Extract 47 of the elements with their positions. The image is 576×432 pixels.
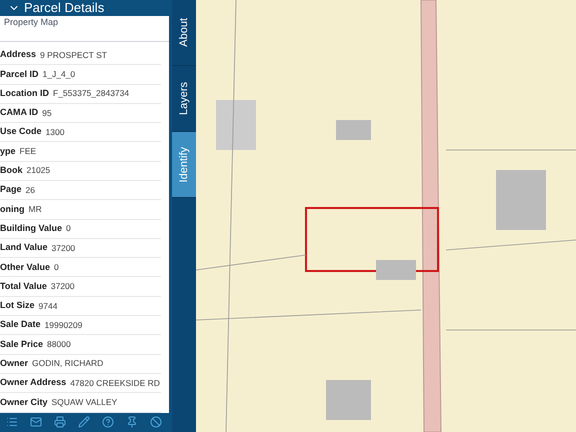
- field-label: Owner City: [0, 396, 48, 409]
- help-icon[interactable]: [102, 416, 114, 428]
- field-value: 47820 CREEKSIDE RD: [70, 376, 160, 390]
- field-value: FEE: [20, 145, 36, 158]
- field-value: 21025: [26, 164, 50, 178]
- field-value: 37200: [50, 280, 74, 293]
- field-label: Use Code: [0, 125, 42, 138]
- field-label: Parcel ID: [0, 68, 39, 81]
- panel-title: Parcel Details: [24, 1, 104, 14]
- field-label: Page: [0, 183, 22, 196]
- field-label: Total Value: [0, 280, 47, 293]
- field-label: Address: [0, 48, 36, 62]
- pencil-icon[interactable]: [78, 416, 90, 428]
- field-label: oning: [0, 202, 24, 216]
- field-value: 9744: [38, 300, 58, 312]
- field-value: 0: [66, 222, 71, 236]
- mail-icon[interactable]: [30, 416, 42, 428]
- pin-icon[interactable]: [126, 416, 138, 428]
- field-value: 26: [26, 184, 35, 196]
- field-label: Lot Size: [0, 299, 35, 312]
- property-map-label: Property Map: [4, 16, 58, 29]
- field-value: 95: [42, 106, 52, 120]
- field-value: GODIN, RICHARD: [32, 357, 104, 370]
- field-label: CAMA ID: [0, 106, 38, 120]
- print-icon[interactable]: [54, 416, 66, 428]
- field-value: 19990209: [44, 318, 82, 332]
- field-value: 37200: [52, 242, 76, 254]
- field-label: Owner: [0, 357, 28, 370]
- field-label: Other Value: [0, 260, 50, 274]
- field-value: F_553375_2843734: [53, 87, 130, 100]
- field-value: 0: [54, 260, 59, 274]
- field-label: Location ID: [0, 86, 49, 100]
- field-value: 88000: [47, 338, 71, 351]
- field-label: Building Value: [0, 222, 62, 235]
- field-label: Book: [0, 164, 22, 178]
- field-label: Sale Date: [0, 318, 41, 332]
- field-label: Owner Address: [0, 376, 66, 390]
- side-tab[interactable]: Identify: [172, 132, 196, 198]
- field-label: Sale Price: [0, 338, 44, 351]
- cancel-icon[interactable]: [150, 416, 162, 428]
- field-value: SQUAW VALLEY: [52, 396, 118, 409]
- field-label: ype: [0, 144, 16, 158]
- field-value: 1_J_4_0: [42, 68, 76, 81]
- field-value: MR: [28, 203, 42, 216]
- field-label: Land Value: [0, 241, 48, 254]
- field-value: 9 PROSPECT ST: [40, 48, 107, 62]
- field-value: 1300: [46, 126, 64, 139]
